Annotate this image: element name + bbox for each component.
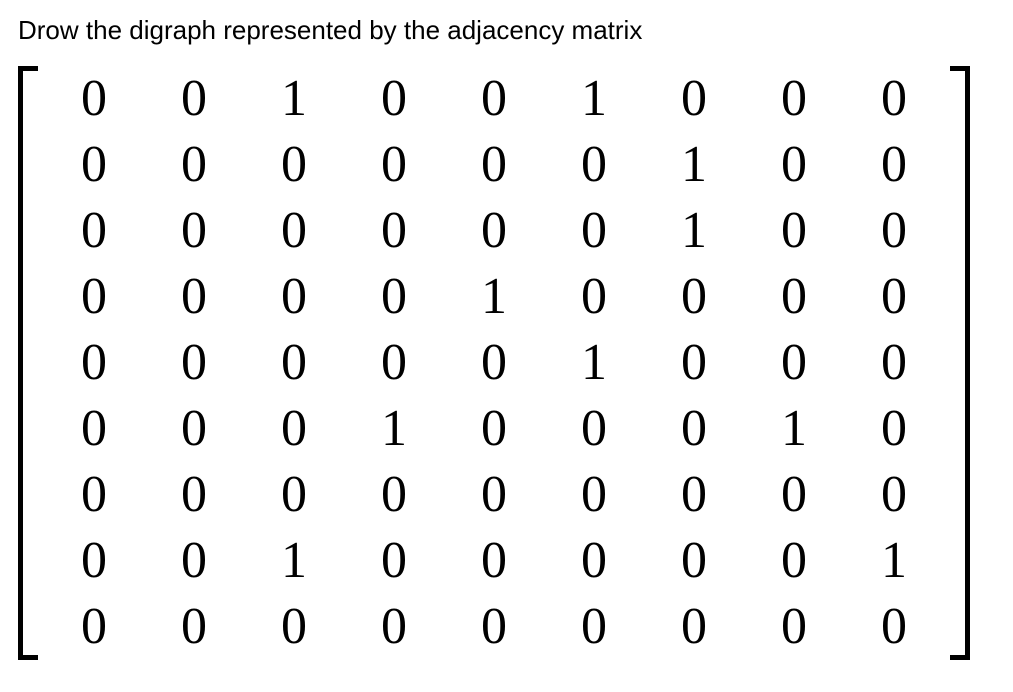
matrix-row: 0 0 0 0 0 0 1 0 0 xyxy=(44,198,944,264)
matrix-left-bracket xyxy=(18,66,38,660)
matrix-cell: 0 xyxy=(244,330,344,396)
matrix-row: 0 0 0 0 0 1 0 0 0 xyxy=(44,330,944,396)
matrix-cell: 0 xyxy=(444,198,544,264)
matrix-cell: 0 xyxy=(444,594,544,660)
question-prompt: Drow the digraph represented by the adja… xyxy=(18,14,995,48)
matrix-cell: 0 xyxy=(544,462,644,528)
matrix-cell: 0 xyxy=(744,66,844,132)
matrix-cell: 0 xyxy=(644,528,744,594)
matrix-cell: 0 xyxy=(844,594,944,660)
matrix-cell: 0 xyxy=(244,264,344,330)
matrix-cell: 0 xyxy=(644,330,744,396)
matrix-cell: 1 xyxy=(544,330,644,396)
matrix-row: 0 0 0 0 0 0 0 0 0 xyxy=(44,462,944,528)
matrix-cell: 1 xyxy=(544,66,644,132)
matrix-row: 0 0 0 0 0 0 1 0 0 xyxy=(44,132,944,198)
matrix-cell: 0 xyxy=(344,594,444,660)
matrix-cell: 0 xyxy=(844,132,944,198)
adjacency-matrix: 0 0 1 0 0 1 0 0 0 0 0 0 0 0 0 1 xyxy=(18,66,970,660)
matrix-cell: 0 xyxy=(844,66,944,132)
matrix-cell: 0 xyxy=(444,462,544,528)
matrix-row: 0 0 0 1 0 0 0 1 0 xyxy=(44,396,944,462)
matrix-cell: 1 xyxy=(744,396,844,462)
matrix-cell: 0 xyxy=(444,330,544,396)
matrix-cell: 1 xyxy=(644,132,744,198)
matrix-cell: 0 xyxy=(544,396,644,462)
matrix-cell: 0 xyxy=(644,396,744,462)
matrix-cell: 0 xyxy=(544,198,644,264)
matrix-cell: 0 xyxy=(344,462,444,528)
matrix-cell: 0 xyxy=(144,198,244,264)
matrix-cell: 0 xyxy=(44,396,144,462)
matrix-cell: 0 xyxy=(444,396,544,462)
matrix-cell: 1 xyxy=(244,66,344,132)
matrix-cell: 0 xyxy=(244,594,344,660)
matrix-cell: 0 xyxy=(544,132,644,198)
matrix-cell: 0 xyxy=(644,594,744,660)
document-page: Drow the digraph represented by the adja… xyxy=(0,0,1013,679)
matrix-cell: 0 xyxy=(644,462,744,528)
matrix-cell: 0 xyxy=(44,594,144,660)
matrix-cell: 0 xyxy=(44,528,144,594)
matrix-cell: 0 xyxy=(44,330,144,396)
matrix-cell: 0 xyxy=(444,132,544,198)
matrix-row: 0 0 0 0 1 0 0 0 0 xyxy=(44,264,944,330)
matrix-cell: 0 xyxy=(744,330,844,396)
matrix-cell: 0 xyxy=(344,198,444,264)
matrix-cell: 0 xyxy=(744,462,844,528)
matrix-cell: 1 xyxy=(244,528,344,594)
matrix-cell: 0 xyxy=(44,198,144,264)
matrix-row: 0 0 1 0 0 1 0 0 0 xyxy=(44,66,944,132)
matrix-cell: 0 xyxy=(44,264,144,330)
matrix-cell: 0 xyxy=(144,330,244,396)
matrix-cell: 0 xyxy=(44,66,144,132)
matrix-cell: 0 xyxy=(144,462,244,528)
matrix-cell: 0 xyxy=(144,594,244,660)
matrix-row: 0 0 1 0 0 0 0 0 1 xyxy=(44,528,944,594)
matrix-cell: 1 xyxy=(344,396,444,462)
matrix-cell: 0 xyxy=(544,264,644,330)
matrix-cell: 0 xyxy=(844,198,944,264)
matrix-cell: 0 xyxy=(744,198,844,264)
matrix-cell: 0 xyxy=(144,528,244,594)
matrix-cell: 1 xyxy=(844,528,944,594)
matrix-cell: 0 xyxy=(844,396,944,462)
matrix-cell: 0 xyxy=(144,264,244,330)
matrix-cell: 0 xyxy=(444,66,544,132)
matrix-cell: 0 xyxy=(844,264,944,330)
matrix-cell: 0 xyxy=(44,462,144,528)
matrix-cell: 0 xyxy=(744,594,844,660)
matrix-cell: 0 xyxy=(644,66,744,132)
matrix-cell: 0 xyxy=(244,132,344,198)
matrix-cell: 0 xyxy=(544,594,644,660)
matrix-cell: 0 xyxy=(744,528,844,594)
matrix-cell: 1 xyxy=(644,198,744,264)
matrix-cell: 0 xyxy=(844,330,944,396)
matrix-cell: 0 xyxy=(244,396,344,462)
matrix-cell: 0 xyxy=(144,396,244,462)
matrix-cell: 0 xyxy=(344,264,444,330)
matrix-cell: 0 xyxy=(544,528,644,594)
matrix-cell: 0 xyxy=(744,132,844,198)
matrix-right-bracket xyxy=(950,66,970,660)
matrix-cell: 0 xyxy=(444,528,544,594)
matrix-grid: 0 0 1 0 0 1 0 0 0 0 0 0 0 0 0 1 xyxy=(44,66,944,660)
matrix-cell: 0 xyxy=(744,264,844,330)
matrix-cell: 0 xyxy=(44,132,144,198)
matrix-cell: 0 xyxy=(144,132,244,198)
matrix-cell: 0 xyxy=(344,66,444,132)
matrix-cell: 0 xyxy=(244,462,344,528)
matrix-cell: 0 xyxy=(144,66,244,132)
matrix-cell: 0 xyxy=(244,198,344,264)
matrix-cell: 0 xyxy=(644,264,744,330)
matrix-cell: 1 xyxy=(444,264,544,330)
matrix-cell: 0 xyxy=(344,330,444,396)
matrix-cell: 0 xyxy=(344,132,444,198)
matrix-row: 0 0 0 0 0 0 0 0 0 xyxy=(44,594,944,660)
matrix-cell: 0 xyxy=(344,528,444,594)
matrix-cell: 0 xyxy=(844,462,944,528)
